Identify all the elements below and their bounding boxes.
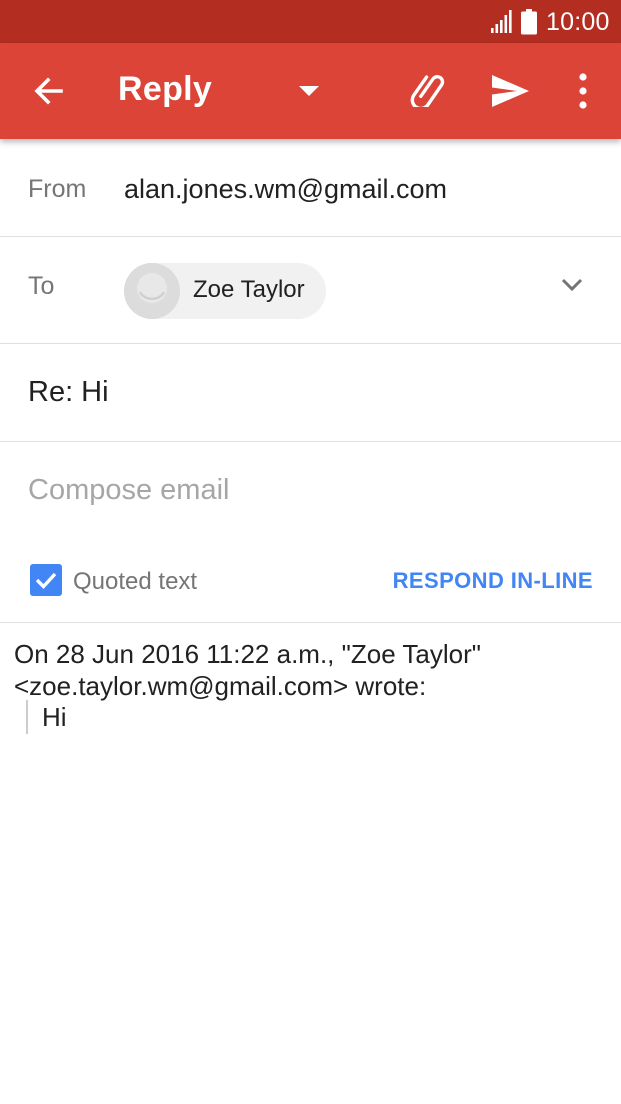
compose-field[interactable]: Compose email [28, 474, 229, 507]
quote-header: On 28 Jun 2016 11:22 a.m., "Zoe Taylor" … [14, 639, 481, 701]
avatar-icon [124, 263, 180, 319]
respond-inline-button[interactable]: RESPOND IN-LINE [393, 568, 593, 594]
quoted-message: Hi [26, 700, 67, 734]
signal-icon [491, 10, 512, 33]
back-arrow-icon[interactable] [30, 73, 66, 109]
from-address[interactable]: alan.jones.wm@gmail.com [124, 174, 447, 205]
app-bar: Reply [0, 43, 621, 139]
checkbox-checked-icon[interactable] [30, 564, 62, 596]
paperclip-icon[interactable] [408, 75, 448, 107]
battery-icon [521, 9, 537, 35]
more-vert-icon[interactable] [572, 71, 594, 111]
subject-field[interactable]: Re: Hi [28, 376, 109, 409]
recipient-chip[interactable]: Zoe Taylor [124, 263, 326, 319]
from-label: From [28, 175, 87, 203]
status-time: 10:00 [546, 8, 610, 36]
status-bar: 10:00 [0, 0, 621, 43]
to-label: To [28, 272, 55, 300]
chevron-down-icon[interactable] [560, 277, 584, 293]
subject-row: Re: Hi [0, 344, 621, 442]
quoted-text-label: Quoted text [73, 568, 198, 595]
quoted-text-bar: Quoted text RESPOND IN-LINE [0, 542, 621, 623]
recipient-name: Zoe Taylor [193, 276, 305, 303]
to-row: To Zoe Taylor [0, 237, 621, 344]
page-title: Reply [118, 70, 213, 108]
send-icon[interactable] [490, 73, 530, 109]
from-row: From alan.jones.wm@gmail.com [0, 139, 621, 237]
dropdown-arrow-icon[interactable] [298, 85, 320, 97]
